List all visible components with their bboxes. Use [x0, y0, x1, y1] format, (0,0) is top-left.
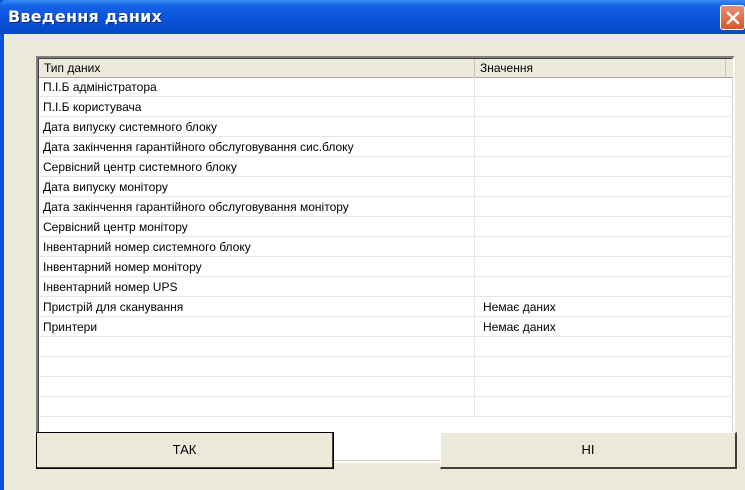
table-row[interactable]: Дата закінчення гарантійного обслуговува… [39, 197, 733, 217]
cell-value[interactable] [475, 357, 733, 377]
table-row[interactable]: Дата випуску монітору [39, 177, 733, 197]
cell-value[interactable] [475, 377, 733, 397]
cell-value[interactable] [475, 77, 733, 97]
close-button[interactable] [720, 5, 745, 30]
cell-value[interactable] [475, 97, 733, 117]
ok-button[interactable]: ТАК [36, 432, 334, 469]
cell-value[interactable] [475, 397, 733, 417]
cell-value[interactable] [475, 177, 733, 197]
table-row[interactable] [39, 377, 733, 397]
table-row[interactable] [39, 397, 733, 417]
grid-frame: Тип даних Значення П.І.Б адміністратора П… [38, 58, 733, 461]
title-bar[interactable]: Введення даних [0, 0, 745, 34]
cell-data-type[interactable]: Дата випуску монітору [39, 177, 475, 197]
column-header-type[interactable]: Тип даних [39, 59, 475, 77]
cell-value[interactable] [475, 157, 733, 177]
grid-header: Тип даних Значення [39, 59, 733, 78]
table-row[interactable]: Дата випуску системного блоку [39, 117, 733, 137]
cell-value[interactable]: Немає даних [475, 297, 733, 317]
cell-value[interactable] [475, 237, 733, 257]
window-title: Введення даних [8, 7, 163, 26]
dialog-window: Введення даних Тип даних Значення П.І.Б … [0, 0, 745, 490]
cell-value[interactable] [475, 197, 733, 217]
cell-value[interactable] [475, 137, 733, 157]
cell-data-type[interactable]: Дата закінчення гарантійного обслуговува… [39, 137, 475, 157]
table-row[interactable]: Сервісний центр системного блоку [39, 157, 733, 177]
table-row[interactable] [39, 337, 733, 357]
table-row[interactable]: П.І.Б адміністратора [39, 77, 733, 97]
table-row[interactable]: Інвентарний номер монітору [39, 257, 733, 277]
table-row[interactable]: Сервісний центр монітору [39, 217, 733, 237]
table-row[interactable]: Пристрій для сканування Немає даних [39, 297, 733, 317]
table-row[interactable] [39, 357, 733, 377]
table-row[interactable]: Принтери Немає даних [39, 317, 733, 337]
dialog-client-area: Тип даних Значення П.І.Б адміністратора П… [4, 34, 745, 490]
cell-value[interactable]: Немає даних [475, 317, 733, 337]
cell-value[interactable] [475, 337, 733, 357]
table-row[interactable]: Інвентарний номер UPS [39, 277, 733, 297]
table-row[interactable]: П.І.Б користувача [39, 97, 733, 117]
cell-value[interactable] [475, 257, 733, 277]
cell-value[interactable] [475, 217, 733, 237]
cell-data-type[interactable] [39, 377, 475, 397]
cell-data-type[interactable]: Дата випуску системного блоку [39, 117, 475, 137]
cell-data-type[interactable]: Дата закінчення гарантійного обслуговува… [39, 197, 475, 217]
cell-data-type[interactable]: Сервісний центр монітору [39, 217, 475, 237]
cell-data-type[interactable]: Пристрій для сканування [39, 297, 475, 317]
no-button[interactable]: НІ [440, 432, 737, 469]
table-row[interactable]: Інвентарний номер системного блоку [39, 237, 733, 257]
cell-data-type[interactable] [39, 357, 475, 377]
cell-data-type[interactable]: Сервісний центр системного блоку [39, 157, 475, 177]
cell-data-type[interactable]: Інвентарний номер системного блоку [39, 237, 475, 257]
cell-data-type[interactable]: П.І.Б адміністратора [39, 77, 475, 97]
cell-data-type[interactable] [39, 337, 475, 357]
cell-data-type[interactable]: Інвентарний номер монітору [39, 257, 475, 277]
cell-data-type[interactable] [39, 397, 475, 417]
cell-value[interactable] [475, 277, 733, 297]
table-row[interactable]: Дата закінчення гарантійного обслуговува… [39, 137, 733, 157]
cell-data-type[interactable]: П.І.Б користувача [39, 97, 475, 117]
cell-data-type[interactable]: Принтери [39, 317, 475, 337]
column-header-value[interactable]: Значення [475, 59, 726, 77]
data-grid[interactable]: Тип даних Значення П.І.Б адміністратора П… [36, 56, 735, 463]
cell-data-type[interactable]: Інвентарний номер UPS [39, 277, 475, 297]
close-icon [726, 11, 740, 25]
cell-value[interactable] [475, 117, 733, 137]
